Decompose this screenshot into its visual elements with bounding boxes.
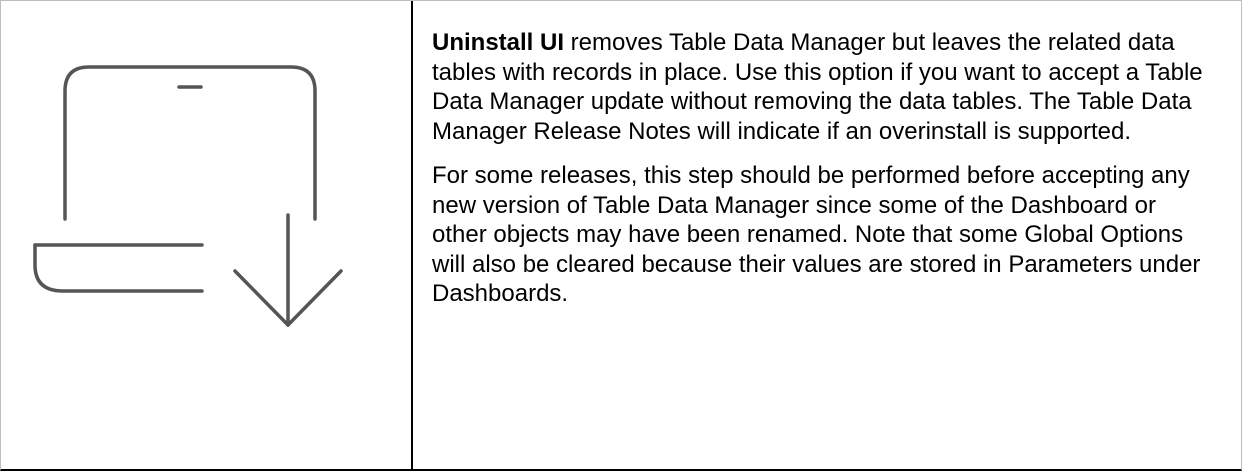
icon-cell bbox=[1, 1, 413, 469]
description-cell: Uninstall UI removes Table Data Manager … bbox=[413, 1, 1241, 469]
laptop-download-icon bbox=[33, 65, 343, 327]
option-name: Uninstall UI bbox=[432, 29, 565, 56]
description-paragraph-2: For some releases, this step should be p… bbox=[432, 162, 1201, 307]
info-table: Uninstall UI removes Table Data Manager … bbox=[0, 0, 1242, 471]
description-paragraph-1: Uninstall UI removes Table Data Manager … bbox=[432, 28, 1211, 146]
